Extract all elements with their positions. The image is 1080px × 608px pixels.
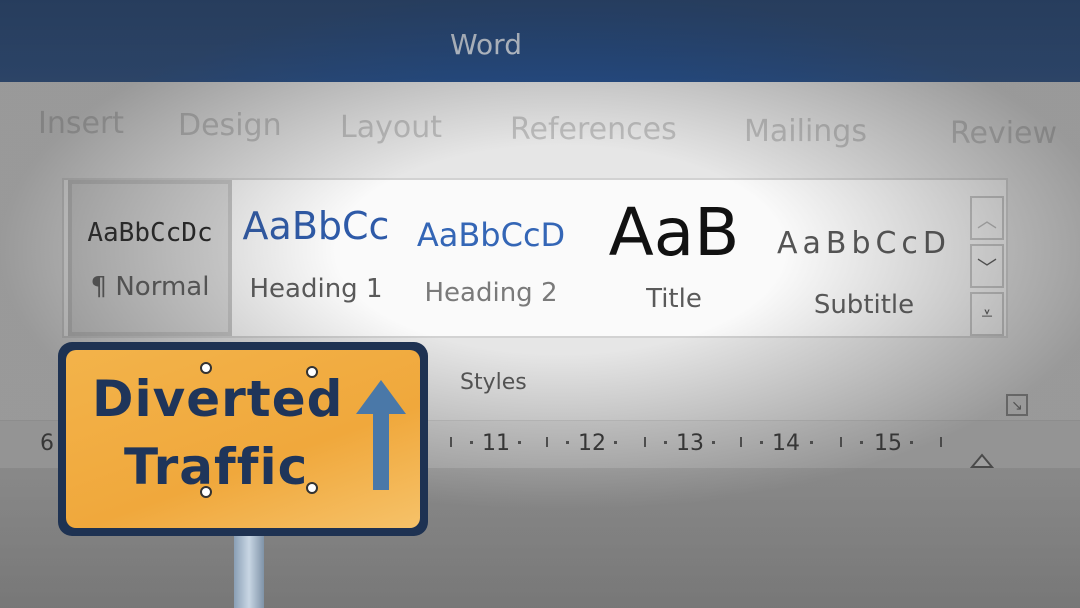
bolt-icon <box>306 366 318 378</box>
gallery-scroll-up[interactable]: ︿ <box>970 196 1004 240</box>
ruler-number: 14 <box>772 431 800 456</box>
ruler-tick <box>644 437 646 447</box>
dialog-launcher-icon: ↘ <box>1011 396 1023 413</box>
ruler-number: 6 <box>40 431 54 456</box>
sign-line-2: Traffic <box>124 438 309 496</box>
ruler-tick <box>740 437 742 447</box>
styles-dialog-launcher[interactable]: ↘ <box>1006 394 1028 416</box>
bolt-icon <box>200 486 212 498</box>
bolt-icon <box>200 362 212 374</box>
arrow-up-icon <box>356 380 406 490</box>
ruler-tick <box>614 441 617 444</box>
ruler-tick <box>940 437 942 447</box>
style-sample: AaB <box>608 194 740 271</box>
sign-post <box>234 536 264 608</box>
ruler-tick <box>450 437 452 447</box>
style-heading-1[interactable]: AaBbCc Heading 1 <box>238 180 394 336</box>
ruler-tick <box>860 441 863 444</box>
style-title[interactable]: AaB Title <box>590 180 758 336</box>
sign-line-1: Diverted <box>92 370 344 428</box>
style-sample: AaBbCcDc <box>87 218 213 248</box>
app-title: Word <box>450 28 522 61</box>
style-normal[interactable]: AaBbCcDc ¶ Normal <box>68 180 232 336</box>
right-indent-marker[interactable] <box>970 451 994 469</box>
chevron-down-icon: ﹀ <box>977 257 997 280</box>
ruler-tick <box>566 441 569 444</box>
ruler-tick <box>910 441 913 444</box>
ruler-number: 12 <box>578 431 606 456</box>
ruler-tick <box>546 437 548 447</box>
styles-group-label: Styles <box>460 370 527 395</box>
ruler-tick <box>470 441 473 444</box>
gallery-scroll-down[interactable]: ﹀ <box>970 244 1004 288</box>
tab-references[interactable]: References <box>510 112 677 147</box>
styles-gallery: AaBbCcDc ¶ Normal AaBbCc Heading 1 AaBbC… <box>62 178 1008 338</box>
style-sample: AaBbCc <box>242 204 390 248</box>
ruler-tick <box>810 441 813 444</box>
style-subtitle[interactable]: AaBbCcD Subtitle <box>776 180 952 336</box>
ruler-number: 11 <box>482 431 510 456</box>
ruler-tick <box>664 441 667 444</box>
tab-insert[interactable]: Insert <box>38 106 124 141</box>
sign-face: Diverted Traffic <box>66 350 420 528</box>
style-label: Subtitle <box>813 290 915 320</box>
title-bar: Word <box>0 0 1080 82</box>
ribbon-tabs: Insert Design Layout References Mailings… <box>0 100 1080 151</box>
style-label: ¶ Normal <box>90 272 210 302</box>
ruler-tick <box>712 441 715 444</box>
tab-design[interactable]: Design <box>178 108 282 143</box>
tab-review[interactable]: Review <box>950 116 1057 151</box>
chevron-up-icon: ︿ <box>977 209 997 232</box>
tab-layout[interactable]: Layout <box>340 110 442 145</box>
style-sample: AaBbCcD <box>776 226 952 261</box>
bolt-icon <box>306 482 318 494</box>
style-sample: AaBbCcD <box>416 216 566 254</box>
style-label: Heading 2 <box>424 278 558 308</box>
diverted-traffic-sign: Diverted Traffic <box>58 342 428 536</box>
style-label: Heading 1 <box>249 274 383 304</box>
style-heading-2[interactable]: AaBbCcD Heading 2 <box>410 180 572 336</box>
gallery-more[interactable]: ⩡ <box>970 292 1004 336</box>
ruler-number: 15 <box>874 431 902 456</box>
expand-gallery-icon: ⩡ <box>981 302 993 325</box>
style-label: Title <box>646 284 702 314</box>
tab-mailings[interactable]: Mailings <box>744 114 867 149</box>
ruler-number: 13 <box>676 431 704 456</box>
ruler-tick <box>760 441 763 444</box>
ruler-tick <box>518 441 521 444</box>
ruler-tick <box>840 437 842 447</box>
